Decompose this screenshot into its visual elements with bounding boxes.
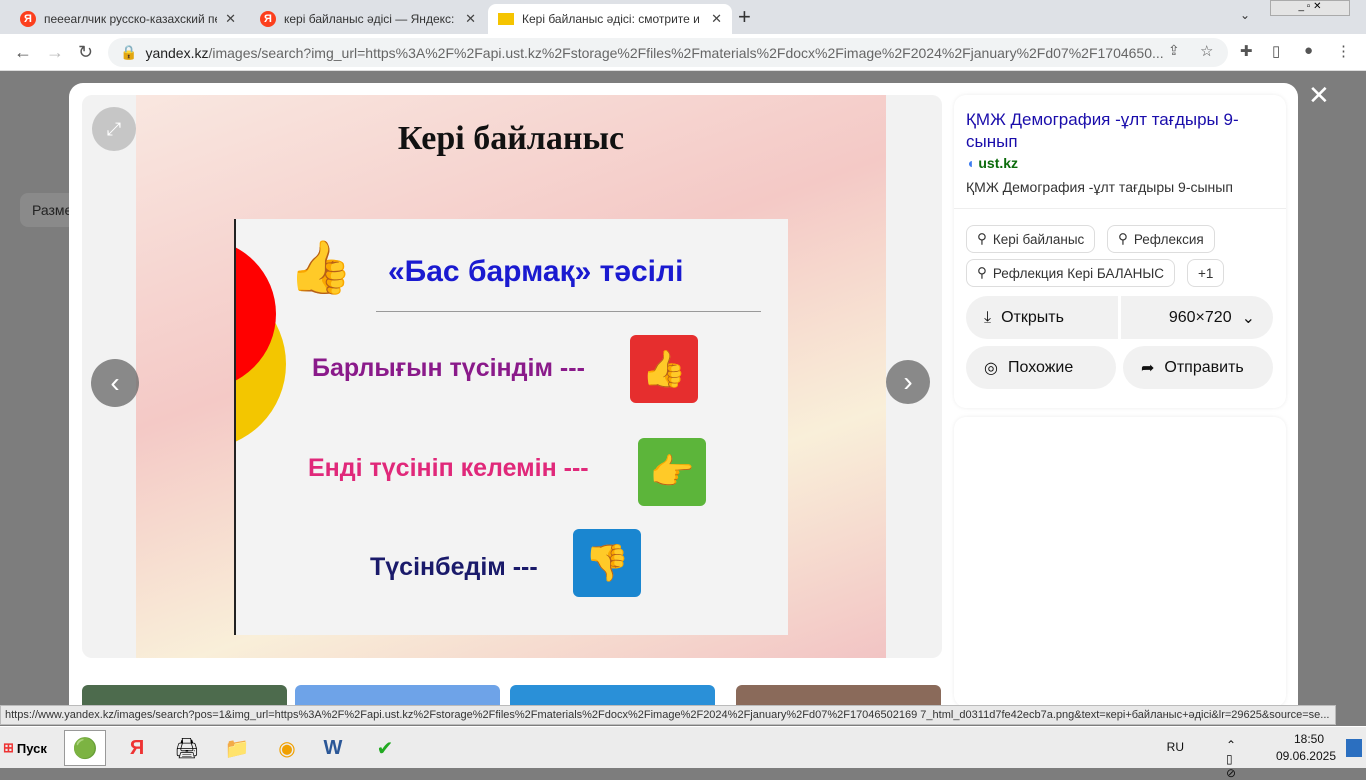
close-icon: ✕	[1308, 80, 1330, 110]
yandex-icon: Я	[20, 11, 36, 27]
fullscreen-button[interactable]: ⤢	[92, 107, 136, 151]
download-icon: ⤓	[984, 308, 992, 326]
url-input[interactable]: 🔒 yandex.kz/images/search?img_url=https%3…	[108, 38, 1228, 67]
bookmark-star-icon[interactable]: ☆	[1200, 42, 1213, 60]
chrome-taskbar-icon[interactable]: 🟢	[64, 730, 106, 766]
menu-icon[interactable]: ⋮	[1336, 42, 1351, 60]
slide-title: Кері байланыс	[397, 120, 625, 157]
taskbar: ⊞ Пуск 🟢 Я 🖨 📁 ◉ W ✔ RU ⌃ ▯ ⊘ 18:50 09.06…	[0, 726, 1366, 780]
image-preview: Кері байланыс 👍 «Бас бармақ» тәсілі Барл…	[82, 95, 942, 658]
thumb-sideways-icon: 👉	[638, 438, 706, 506]
slide-row-1: Барлығын түсіндім ---	[312, 354, 585, 382]
slide-image: Кері байланыс 👍 «Бас бармақ» тәсілі Барл…	[136, 95, 886, 658]
more-tags-chip[interactable]: +1	[1187, 259, 1225, 287]
thumbnail-strip	[82, 685, 942, 705]
word-taskbar-icon[interactable]: W	[312, 730, 354, 766]
slide-content: 👍 «Бас бармақ» тәсілі Барлығын түсіндім …	[234, 219, 788, 635]
status-bar-url: https://www.yandex.kz/images/search?pos=…	[0, 705, 1336, 725]
profile-icon[interactable]: ●	[1304, 42, 1313, 59]
source-link[interactable]: ◖ ust.kz	[966, 155, 1018, 171]
address-bar-row: ← → ↻ 🔒 yandex.kz/images/search?img_url=h…	[0, 34, 1366, 71]
image-viewer-modal: Кері байланыс 👍 «Бас бармақ» тәсілі Барл…	[69, 83, 1298, 707]
image-icon	[498, 13, 514, 25]
expand-icon: ⤢	[106, 118, 122, 139]
tab-3-active[interactable]: Кері байланыс әдісі: смотрите и ск ✕	[488, 4, 732, 34]
similar-button[interactable]: ◎ Похожие	[966, 346, 1116, 389]
next-image-button[interactable]: ›	[886, 360, 930, 404]
divider	[954, 208, 1286, 209]
tray-icons[interactable]: ⌃ ▯ ⊘	[1226, 738, 1236, 780]
tab-strip: Япееearлчик русско-казахский пере ✕ Якері…	[0, 0, 1366, 34]
show-desktop-icon[interactable]	[1346, 739, 1362, 757]
yandex-icon: Я	[260, 11, 276, 27]
clock-date: 09.06.2025	[1275, 749, 1336, 763]
reload-icon[interactable]: ↻	[78, 42, 93, 63]
forward-icon[interactable]: →	[46, 42, 64, 63]
app-taskbar-icon[interactable]: ✔	[364, 730, 406, 766]
printer-taskbar-icon[interactable]: 🖨	[166, 730, 208, 766]
sidepanel-icon[interactable]: ▯	[1272, 42, 1280, 60]
start-button[interactable]: ⊞ Пуск	[3, 733, 47, 763]
slide-row-3: Түсінбедім ---	[370, 553, 538, 581]
slide-row-2: Енді түсініп келемін ---	[308, 454, 589, 482]
size-dropdown[interactable]: 960×720 ⌄	[1121, 296, 1273, 339]
close-tab-icon[interactable]: ✕	[465, 11, 476, 27]
slide-subtitle: «Бас бармақ» тәсілі	[388, 255, 684, 288]
thumbs-up-hand-icon: 👍	[288, 239, 353, 297]
source-description: ҚМЖ Демография -ұлт тағдыры 9-сынып	[966, 179, 1233, 195]
tag-chip[interactable]: ⚲ Рефлексия	[1107, 225, 1215, 253]
share-arrow-icon: ➦	[1141, 359, 1155, 377]
folder-taskbar-icon[interactable]: 📁	[216, 730, 258, 766]
thumbnail[interactable]	[736, 685, 941, 705]
windows-logo-icon: ⊞	[3, 740, 14, 755]
ad-panel	[954, 417, 1286, 707]
source-title-link[interactable]: ҚМЖ Демография -ұлт тағдыры 9-сынып	[966, 109, 1266, 153]
thumbnail[interactable]	[295, 685, 500, 705]
tag-chip[interactable]: ⚲ Рефлекция Кері БАЛАНЫС	[966, 259, 1176, 287]
share-button[interactable]: ➦ Отправить	[1123, 346, 1273, 389]
prev-image-button[interactable]: ‹	[91, 359, 139, 407]
chevron-down-icon: ⌄	[1241, 309, 1255, 327]
tag-chip[interactable]: ⚲ Кері байланыс	[966, 225, 1096, 253]
thumbs-down-icon: 👎	[573, 529, 641, 597]
ust-logo-icon: ◖	[966, 155, 979, 171]
thumbs-up-icon: 👍	[630, 335, 698, 403]
chevron-left-icon: ‹	[110, 367, 120, 398]
divider	[376, 311, 761, 312]
back-icon[interactable]: ←	[14, 42, 32, 63]
window-controls[interactable]: _ ▫ ✕	[1270, 0, 1350, 16]
yandex-taskbar-icon[interactable]: Я	[116, 730, 158, 766]
close-tab-icon[interactable]: ✕	[225, 11, 236, 27]
thumbnail[interactable]	[82, 685, 287, 705]
thumbnail[interactable]	[510, 685, 715, 705]
language-indicator[interactable]: RU	[1167, 740, 1184, 754]
lock-icon: 🔒	[120, 44, 138, 60]
search-icon: ⚲	[977, 265, 987, 280]
open-button[interactable]: ⤓ Открыть	[966, 296, 1118, 339]
image-info-panel: ҚМЖ Демография -ұлт тағдыры 9-сынып ◖ us…	[954, 95, 1286, 408]
close-tab-icon[interactable]: ✕	[711, 11, 722, 27]
share-icon[interactable]: ⇪	[1168, 42, 1180, 59]
search-icon: ⚲	[1118, 231, 1128, 246]
tab-2[interactable]: Якері байланыс әдісі — Яндекс: наш✕	[250, 4, 486, 34]
clock-time: 18:50	[1293, 732, 1324, 746]
camera-search-icon: ◎	[984, 359, 998, 377]
new-tab-button[interactable]: +	[738, 4, 751, 30]
search-icon: ⚲	[977, 231, 987, 246]
tab-1[interactable]: Япееearлчик русско-казахский пере ✕	[10, 4, 246, 34]
extensions-icon[interactable]: ✚	[1240, 42, 1253, 60]
browser-taskbar-icon[interactable]: ◉	[266, 730, 308, 766]
close-viewer-button[interactable]: ✕	[1308, 80, 1330, 111]
chevron-right-icon: ›	[903, 366, 913, 397]
tab-search-button[interactable]: ⌄	[1240, 8, 1250, 22]
